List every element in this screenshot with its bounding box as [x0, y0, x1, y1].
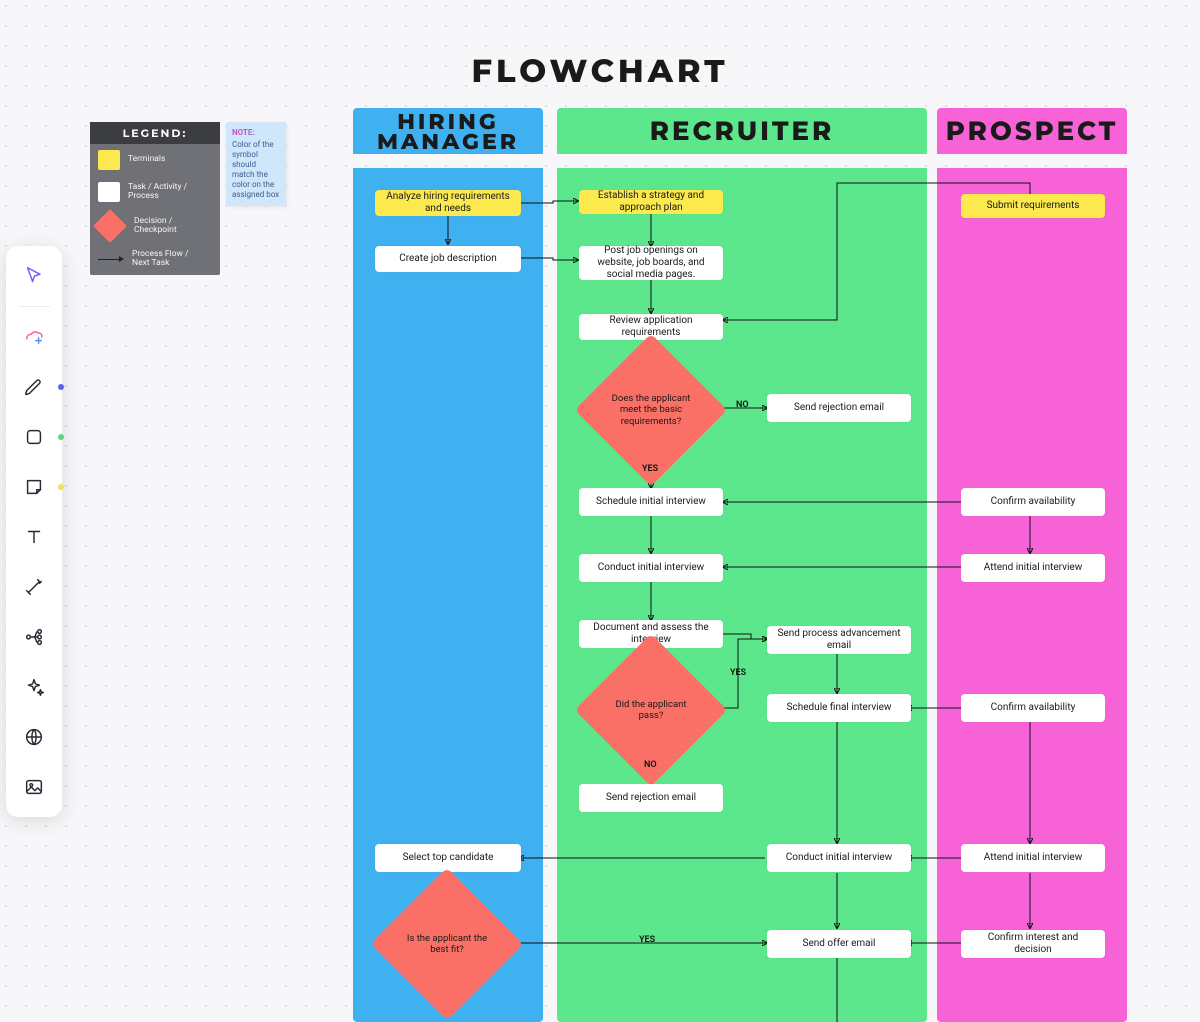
sticky-color-indicator: [58, 484, 64, 490]
node-reject2[interactable]: Send rejection email: [579, 784, 723, 812]
legend-row-flow: Process Flow / Next Task: [90, 244, 220, 275]
legend-group[interactable]: LEGEND: Terminals Task / Activity / Proc…: [90, 122, 286, 275]
node-conduct1[interactable]: Conduct initial interview: [579, 554, 723, 582]
note-body: Color of the symbol should match the col…: [232, 140, 279, 199]
node-attend1[interactable]: Attend initial interview: [961, 554, 1105, 582]
swatch-terminal: [98, 150, 120, 170]
toolbar-separator: [18, 306, 50, 307]
edge-no2: NO: [644, 760, 657, 770]
cursor-icon[interactable]: [12, 254, 56, 298]
pen-color-indicator: [58, 384, 64, 390]
note-heading: NOTE:: [232, 128, 280, 138]
lane-header-hiring[interactable]: HIRING MANAGER: [353, 108, 543, 154]
sparkle-icon[interactable]: [12, 665, 56, 709]
image-icon[interactable]: [12, 765, 56, 809]
mindmap-icon[interactable]: [12, 615, 56, 659]
edge-no1: NO: [736, 400, 749, 410]
lane-header-prospect[interactable]: PROSPECT: [937, 108, 1127, 154]
node-bestfit[interactable]: Is the applicant the best fit?: [393, 890, 501, 998]
ai-icon[interactable]: [12, 315, 56, 359]
node-schedfinal[interactable]: Schedule final interview: [767, 694, 911, 722]
edge-yes3: YES: [639, 935, 655, 945]
legend-label: Terminals: [128, 155, 188, 164]
swatch-arrow: [98, 253, 124, 265]
node-offer[interactable]: Send offer email: [767, 930, 911, 958]
text-icon[interactable]: [12, 515, 56, 559]
legend-label: Process Flow / Next Task: [132, 250, 192, 269]
connector-icon[interactable]: [12, 565, 56, 609]
legend-label: Task / Activity / Process: [128, 183, 188, 202]
legend-row-task: Task / Activity / Process: [90, 176, 220, 208]
node-pass-label: Did the applicant pass?: [606, 699, 696, 722]
lane-header-recruiter[interactable]: RECRUITER: [557, 108, 927, 154]
node-post[interactable]: Post job openings on website, job boards…: [579, 246, 723, 280]
node-submit[interactable]: Submit requirements: [961, 194, 1105, 218]
swimlane-canvas[interactable]: HIRING MANAGER RECRUITER PROSPECT: [353, 108, 1141, 1022]
node-qualify[interactable]: Does the applicant meet the basic requir…: [597, 356, 705, 464]
node-analyze[interactable]: Analyze hiring requirements and needs: [375, 190, 521, 216]
swatch-decision: [93, 209, 127, 243]
legend-row-decision: Decision / Checkpoint: [90, 208, 220, 244]
edge-yes1: YES: [642, 464, 658, 474]
canvas-title: FLOWCHART: [0, 52, 1200, 91]
node-conduct2[interactable]: Conduct initial interview: [767, 844, 911, 872]
node-decision[interactable]: Confirm interest and decision: [961, 930, 1105, 958]
legend-note[interactable]: NOTE: Color of the symbol should match t…: [226, 122, 286, 206]
node-qualify-label: Does the applicant meet the basic requir…: [606, 393, 696, 427]
shape-color-indicator: [58, 434, 64, 440]
legend-heading: LEGEND:: [90, 122, 220, 144]
node-schedule1[interactable]: Schedule initial interview: [579, 488, 723, 516]
node-pass[interactable]: Did the applicant pass?: [597, 656, 705, 764]
legend-label: Decision / Checkpoint: [134, 217, 194, 236]
node-attend2[interactable]: Attend initial interview: [961, 844, 1105, 872]
vertical-toolbar: [6, 246, 62, 817]
sticky-icon[interactable]: [12, 465, 56, 509]
web-icon[interactable]: [12, 715, 56, 759]
node-reject1[interactable]: Send rejection email: [767, 394, 911, 422]
node-bestfit-label: Is the applicant the best fit?: [402, 933, 492, 956]
node-strategy[interactable]: Establish a strategy and approach plan: [579, 190, 723, 214]
lane-body-prospect: [937, 168, 1127, 1022]
node-jobdesc[interactable]: Create job description: [375, 246, 521, 272]
lane-body-recruiter: [557, 168, 927, 1022]
edge-yes2: YES: [730, 668, 746, 678]
pen-icon[interactable]: [12, 365, 56, 409]
node-select[interactable]: Select top candidate: [375, 844, 521, 872]
node-conf1[interactable]: Confirm availability: [961, 488, 1105, 516]
legend-card[interactable]: LEGEND: Terminals Task / Activity / Proc…: [90, 122, 220, 275]
node-advance[interactable]: Send process advancement email: [767, 626, 911, 654]
swatch-task: [98, 182, 120, 202]
shape-icon[interactable]: [12, 415, 56, 459]
node-conf2[interactable]: Confirm availability: [961, 694, 1105, 722]
legend-row-terminals: Terminals: [90, 144, 220, 176]
